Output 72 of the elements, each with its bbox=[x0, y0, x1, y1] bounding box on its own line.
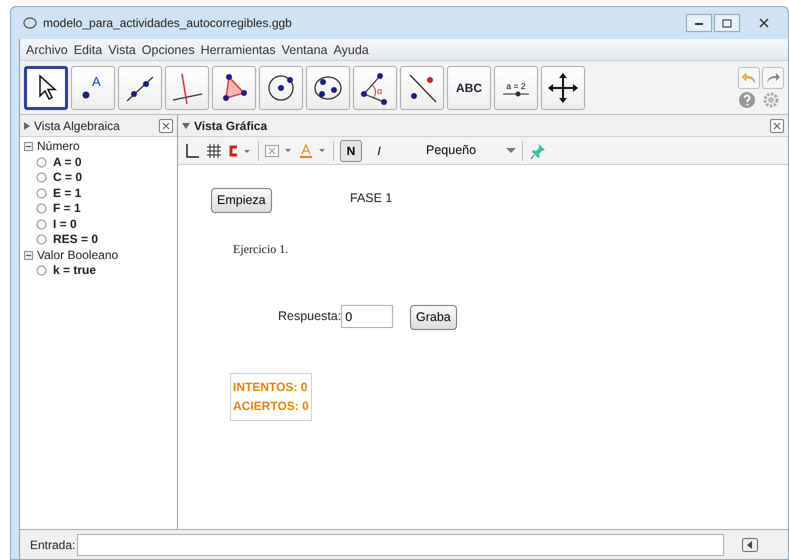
minimize-button[interactable] bbox=[686, 14, 712, 32]
tool-button[interactable] bbox=[24, 66, 68, 110]
hidden-object-icon[interactable] bbox=[36, 234, 47, 246]
panel-title: Vista Gráfica bbox=[194, 118, 268, 134]
tool-button[interactable] bbox=[306, 66, 350, 110]
close-icon bbox=[773, 122, 781, 130]
tool-button[interactable]: ABC bbox=[447, 66, 491, 110]
hidden-object-icon[interactable] bbox=[36, 188, 47, 199]
canvas-button[interactable]: Empieza bbox=[211, 188, 272, 213]
counter-text: ACIERTOS: 0 bbox=[233, 398, 309, 415]
group-label: Número bbox=[37, 139, 80, 154]
panel-title: Vista Algebraica bbox=[34, 118, 120, 134]
menu-item[interactable]: Herramientas bbox=[200, 41, 276, 58]
italic-toggle[interactable]: I bbox=[368, 140, 390, 162]
menu-item[interactable]: Vista bbox=[108, 41, 136, 58]
text-color-icon[interactable] bbox=[299, 142, 327, 158]
grid-icon[interactable] bbox=[206, 142, 222, 158]
menu-item[interactable]: Archivo bbox=[26, 41, 68, 58]
tool-button[interactable] bbox=[212, 66, 256, 110]
hidden-object-icon[interactable] bbox=[36, 156, 47, 168]
help-icon[interactable] bbox=[738, 90, 756, 108]
collapse-icon[interactable] bbox=[24, 142, 33, 152]
expanded-arrow-icon[interactable] bbox=[182, 122, 190, 128]
redo-icon bbox=[765, 70, 781, 84]
caret-icon bbox=[506, 148, 516, 154]
magnet-icon[interactable] bbox=[228, 144, 252, 156]
app-icon bbox=[23, 16, 37, 30]
counter-text: INTENTOS: 0 bbox=[233, 379, 308, 396]
maximize-icon bbox=[722, 18, 732, 28]
menu-item[interactable]: Ayuda bbox=[334, 41, 369, 58]
bold-toggle[interactable]: N bbox=[340, 140, 362, 162]
maximize-button[interactable] bbox=[714, 14, 740, 32]
close-icon bbox=[758, 18, 770, 28]
answer-field[interactable]: 0 bbox=[341, 305, 394, 328]
object-value: A = 0 bbox=[53, 154, 82, 170]
undo-icon bbox=[741, 70, 757, 84]
keyboard-toggle-icon[interactable] bbox=[742, 538, 758, 552]
redo-button[interactable] bbox=[762, 66, 784, 88]
collapsed-arrow-icon[interactable] bbox=[24, 122, 30, 130]
input-field[interactable] bbox=[77, 534, 724, 556]
object-value: RES = 0 bbox=[53, 232, 98, 248]
menu-item[interactable]: Ventana bbox=[282, 41, 328, 58]
object-value: C = 0 bbox=[53, 170, 82, 186]
menu-item[interactable]: Edita bbox=[74, 41, 102, 58]
canvas-text: FASE 1 bbox=[350, 190, 392, 207]
axes-icon[interactable] bbox=[184, 142, 200, 158]
group-label: Valor Booleano bbox=[37, 248, 118, 263]
input-label: Respuesta: bbox=[278, 308, 342, 326]
object-value: E = 1 bbox=[53, 186, 82, 201]
hidden-object-icon[interactable] bbox=[36, 172, 47, 184]
object-value: I = 0 bbox=[53, 216, 77, 232]
hidden-object-icon[interactable] bbox=[36, 203, 47, 214]
close-icon bbox=[162, 122, 170, 130]
object-value: k = true bbox=[53, 263, 96, 278]
close-panel-button[interactable] bbox=[159, 118, 173, 132]
tool-button[interactable] bbox=[541, 66, 585, 110]
hidden-object-icon[interactable] bbox=[36, 218, 47, 230]
minimize-icon bbox=[694, 20, 704, 26]
text-size-dropdown[interactable]: Pequeño bbox=[396, 141, 516, 160]
tool-button[interactable] bbox=[400, 66, 444, 110]
tool-button[interactable] bbox=[259, 66, 303, 110]
object-value: F = 1 bbox=[53, 201, 81, 216]
hidden-object-icon[interactable] bbox=[36, 265, 47, 276]
canvas-button[interactable]: Graba bbox=[410, 305, 457, 330]
collapse-icon[interactable] bbox=[24, 250, 33, 260]
input-label: Entrada: bbox=[30, 536, 76, 554]
canvas-text: Ejercicio 1. bbox=[233, 241, 288, 258]
label-style-icon[interactable] bbox=[265, 144, 293, 158]
menu-item[interactable]: Opciones bbox=[142, 41, 195, 58]
tool-button[interactable] bbox=[118, 66, 162, 110]
close-panel-button[interactable] bbox=[770, 118, 784, 132]
window-title: modelo_para_actividades_autocorregibles.ggb bbox=[43, 15, 292, 32]
